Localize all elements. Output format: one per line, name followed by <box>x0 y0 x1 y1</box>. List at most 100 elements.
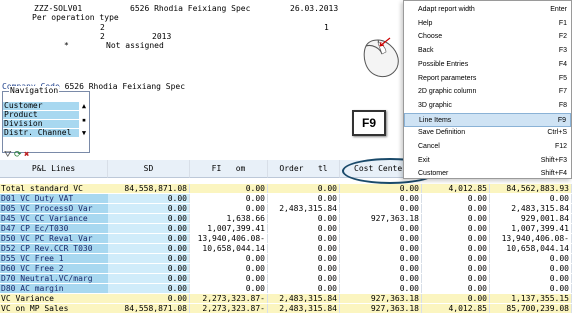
table-cell[interactable]: 0.00 <box>340 224 422 233</box>
delete-icon[interactable]: ✖ <box>24 151 29 160</box>
menu-item[interactable]: Help F1 <box>404 17 571 31</box>
table-cell[interactable]: 2,273,323.87- <box>190 294 268 303</box>
table-cell[interactable]: 0.00 <box>190 204 268 213</box>
menu-item[interactable]: Customer Shift+F4 <box>404 167 571 181</box>
row-label[interactable]: D05 VC ProcessO Var <box>0 204 108 213</box>
row-label[interactable]: VC on MP Sales <box>0 304 108 313</box>
table-cell[interactable]: 0.00 <box>268 274 340 283</box>
table-cell[interactable]: 0.00 <box>268 194 340 203</box>
menu-item[interactable]: Report parameters F5 <box>404 72 571 86</box>
table-cell[interactable]: 10,658,044.14 <box>490 244 572 253</box>
filter-icon[interactable]: ⛛ <box>4 151 12 160</box>
table-cell[interactable]: 0.00 <box>268 184 340 193</box>
table-cell[interactable]: 0.00 <box>340 274 422 283</box>
table-cell[interactable]: 0.00 <box>490 264 572 273</box>
table-cell[interactable]: 1,137,355.15 <box>490 294 572 303</box>
row-label[interactable]: Total standard VC <box>0 184 108 193</box>
table-cell[interactable]: 0.00 <box>108 274 190 283</box>
row-label[interactable]: D70 Neutral.VC/marg <box>0 274 108 283</box>
table-cell[interactable]: 0.00 <box>422 194 490 203</box>
table-cell[interactable]: 2,483,315.84 <box>268 294 340 303</box>
table-cell[interactable]: 84,562,883.93 <box>490 184 572 193</box>
column-header[interactable]: FI om <box>190 160 268 178</box>
table-cell[interactable]: 0.00 <box>190 264 268 273</box>
table-cell[interactable]: 0.00 <box>340 234 422 243</box>
scroll-up-icon[interactable]: ▲ <box>79 102 89 110</box>
table-cell[interactable]: 0.00 <box>422 264 490 273</box>
table-cell[interactable]: 4,012.85 <box>422 184 490 193</box>
table-cell[interactable]: 1,007,399.41 <box>190 224 268 233</box>
table-cell[interactable]: 84,558,871.08 <box>108 184 190 193</box>
table-cell[interactable]: 10,658,044.14 <box>190 244 268 253</box>
menu-item[interactable]: Exit Shift+F3 <box>404 154 571 168</box>
row-label[interactable]: D52 CP Rev.CCR T030 <box>0 244 108 253</box>
table-cell[interactable]: 0.00 <box>422 284 490 293</box>
table-cell[interactable]: 0.00 <box>268 264 340 273</box>
scroll-down-icon[interactable]: ▼ <box>79 129 89 137</box>
table-cell[interactable]: 0.00 <box>340 194 422 203</box>
table-cell[interactable]: 0.00 <box>108 234 190 243</box>
table-cell[interactable]: 0.00 <box>490 194 572 203</box>
scroll-thumb-icon[interactable]: ▪ <box>79 116 89 124</box>
row-label[interactable]: D45 VC CC Variance <box>0 214 108 223</box>
table-cell[interactable]: 927,363.18 <box>340 294 422 303</box>
table-cell[interactable]: 84,558,871.08 <box>108 304 190 313</box>
table-cell[interactable]: 0.00 <box>422 234 490 243</box>
menu-item[interactable]: Line Items F9 <box>404 112 571 127</box>
column-header[interactable]: SD <box>108 160 190 178</box>
table-cell[interactable]: 0.00 <box>108 284 190 293</box>
table-cell[interactable]: 0.00 <box>268 234 340 243</box>
table-cell[interactable]: 0.00 <box>340 244 422 253</box>
menu-item[interactable]: Choose F2 <box>404 30 571 44</box>
table-cell[interactable]: 0.00 <box>108 214 190 223</box>
table-cell[interactable]: 0.00 <box>190 194 268 203</box>
table-cell[interactable]: 0.00 <box>340 264 422 273</box>
table-cell[interactable]: 0.00 <box>422 244 490 253</box>
row-label[interactable]: VC Variance <box>0 294 108 303</box>
table-cell[interactable]: 13,940,406.08- <box>490 234 572 243</box>
column-header[interactable]: P&L Lines <box>0 160 108 178</box>
table-cell[interactable]: 0.00 <box>422 204 490 213</box>
table-cell[interactable]: 0.00 <box>490 254 572 263</box>
menu-item[interactable]: Back F3 <box>404 44 571 58</box>
table-cell[interactable]: 0.00 <box>190 254 268 263</box>
table-cell[interactable]: 0.00 <box>268 284 340 293</box>
refresh-icon[interactable]: ⟳ <box>14 151 22 160</box>
table-cell[interactable]: 0.00 <box>190 284 268 293</box>
table-cell[interactable]: 2,483,315.84 <box>268 304 340 313</box>
table-cell[interactable]: 0.00 <box>268 254 340 263</box>
row-label[interactable]: D55 VC Free 1 <box>0 254 108 263</box>
menu-item[interactable]: Possible Entries F4 <box>404 58 571 72</box>
menu-item[interactable]: 2D graphic column F7 <box>404 85 571 99</box>
row-label[interactable]: D47 CP Ec/T030 <box>0 224 108 233</box>
table-cell[interactable]: 2,483,315.84 <box>490 204 572 213</box>
table-cell[interactable]: 0.00 <box>340 184 422 193</box>
table-cell[interactable]: 0.00 <box>490 274 572 283</box>
table-cell[interactable]: 0.00 <box>190 184 268 193</box>
table-cell[interactable]: 0.00 <box>268 214 340 223</box>
nav-item-customer[interactable]: Customer <box>3 102 79 110</box>
table-cell[interactable]: 0.00 <box>422 254 490 263</box>
column-header[interactable]: Order tl <box>268 160 340 178</box>
nav-item-product[interactable]: Product <box>3 111 79 119</box>
table-cell[interactable]: 13,940,406.08- <box>190 234 268 243</box>
table-cell[interactable]: 0.00 <box>422 224 490 233</box>
menu-item[interactable]: Save Definition Ctrl+S <box>404 126 571 140</box>
table-cell[interactable]: 0.00 <box>268 224 340 233</box>
menu-item[interactable]: Adapt report width Enter <box>404 3 571 17</box>
table-cell[interactable]: 0.00 <box>490 284 572 293</box>
table-cell[interactable]: 0.00 <box>340 204 422 213</box>
menu-item[interactable]: 3D graphic F8 <box>404 99 571 113</box>
row-label[interactable]: D01 VC Duty VAT <box>0 194 108 203</box>
table-cell[interactable]: 0.00 <box>190 274 268 283</box>
table-cell[interactable]: 0.00 <box>108 224 190 233</box>
table-cell[interactable]: 0.00 <box>108 254 190 263</box>
row-label[interactable]: D60 VC Free 2 <box>0 264 108 273</box>
table-cell[interactable]: 0.00 <box>108 264 190 273</box>
table-cell[interactable]: 2,483,315.84 <box>268 204 340 213</box>
table-cell[interactable]: 2,273,323.87- <box>190 304 268 313</box>
table-cell[interactable]: 0.00 <box>108 294 190 303</box>
table-cell[interactable]: 0.00 <box>340 284 422 293</box>
table-cell[interactable]: 4,012.85 <box>422 304 490 313</box>
menu-item[interactable]: Cancel F12 <box>404 140 571 154</box>
